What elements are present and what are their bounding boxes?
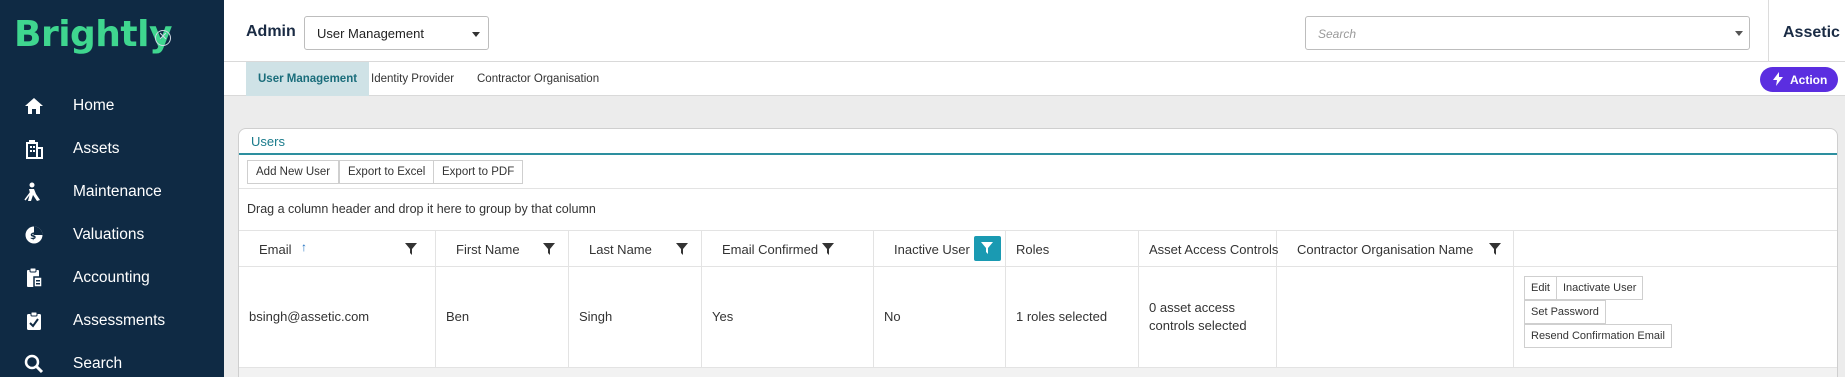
- sidebar-item-assets[interactable]: Assets: [0, 131, 224, 167]
- cell-last-name: Singh: [569, 267, 702, 367]
- sub-tabs: User Management Identity Provider Contra…: [224, 62, 1845, 96]
- column-header-commands: [1514, 231, 1839, 266]
- column-header-label: Roles: [1016, 242, 1050, 257]
- sidebar-item-assessments[interactable]: Assessments: [0, 303, 224, 339]
- edit-button[interactable]: Edit: [1524, 276, 1557, 300]
- tab-contractor-organisation[interactable]: Contractor Organisation: [465, 62, 611, 96]
- search-placeholder: Search: [1318, 27, 1357, 41]
- cell-email-confirmed-value: Yes: [712, 309, 734, 324]
- cell-asset-access-controls: 0 asset access controls selected: [1139, 267, 1277, 367]
- sidebar-item-maintenance[interactable]: Maintenance: [0, 174, 224, 210]
- export-excel-button[interactable]: Export to Excel: [339, 160, 435, 184]
- cell-commands: Edit Inactivate User Set Password Resend…: [1514, 267, 1839, 367]
- chevron-down-icon: [472, 32, 480, 37]
- sidebar-item-label: Assessments: [73, 312, 166, 329]
- close-sidebar-icon[interactable]: ✕: [155, 30, 171, 46]
- column-header-email[interactable]: Email ↑: [239, 231, 436, 266]
- brightly-logo: Brightly: [14, 14, 172, 55]
- column-header-label: Inactive User: [894, 242, 970, 257]
- column-header-last-name[interactable]: Last Name: [569, 231, 702, 266]
- column-header-label: Last Name: [589, 242, 652, 257]
- cell-email: bsingh@assetic.com: [239, 267, 436, 367]
- sidebar-item-label: Search: [73, 355, 123, 372]
- sidebar-item-label: Valuations: [73, 226, 145, 243]
- cell-inactive-user-value: No: [884, 309, 901, 324]
- table-row: [239, 367, 1837, 377]
- cell-email-value: bsingh@assetic.com: [249, 309, 370, 324]
- filter-active-icon[interactable]: [974, 236, 1001, 261]
- cell-email-confirmed: Yes: [702, 267, 874, 367]
- sidebar-item-home[interactable]: Home: [0, 88, 224, 124]
- building-icon: [23, 138, 45, 160]
- page-title: Admin: [246, 23, 296, 40]
- pie-dollar-icon: $: [23, 224, 45, 246]
- sidebar: Brightly ✕ Home Assets Maintenance $ Val…: [0, 0, 224, 377]
- column-header-label: Contractor Organisation Name: [1297, 242, 1474, 257]
- filter-icon[interactable]: [822, 243, 834, 255]
- action-button-label: Action: [1790, 73, 1828, 87]
- column-header-inactive-user[interactable]: Inactive User: [874, 231, 1006, 266]
- ledger-icon: [23, 267, 45, 289]
- divider: [239, 188, 1837, 189]
- sidebar-item-label: Assets: [73, 140, 120, 157]
- add-new-user-button[interactable]: Add New User: [247, 160, 340, 184]
- sort-ascending-icon: ↑: [301, 240, 307, 254]
- divider: [1768, 0, 1769, 62]
- home-icon: [23, 95, 45, 117]
- module-select[interactable]: User Management: [304, 16, 489, 50]
- worker-icon: [23, 181, 45, 203]
- group-by-drop-zone[interactable]: Drag a column header and drop it here to…: [247, 202, 596, 216]
- cell-roles: 1 roles selected: [1006, 267, 1139, 367]
- sidebar-item-label: Home: [73, 97, 115, 114]
- tab-users[interactable]: Users: [251, 134, 285, 149]
- column-header-roles[interactable]: Roles: [1006, 231, 1139, 266]
- column-header-label: Email: [259, 242, 292, 257]
- filter-icon[interactable]: [676, 243, 688, 255]
- cell-first-name: Ben: [436, 267, 569, 367]
- column-header-asset-access-controls[interactable]: Asset Access Controls: [1139, 231, 1279, 266]
- sidebar-item-search[interactable]: Search: [0, 346, 224, 377]
- chevron-down-icon[interactable]: [1735, 31, 1743, 36]
- tab-identity-provider[interactable]: Identity Provider: [359, 62, 466, 96]
- lightning-icon: [1773, 72, 1783, 89]
- filter-icon[interactable]: [543, 243, 555, 255]
- sidebar-item-valuations[interactable]: $ Valuations: [0, 217, 224, 253]
- cell-asset-access-value[interactable]: 0 asset access controls selected: [1149, 299, 1269, 335]
- module-select-value: User Management: [317, 26, 424, 41]
- users-panel: Users Add New User Export to Excel Expor…: [238, 128, 1838, 377]
- set-password-button[interactable]: Set Password: [1524, 300, 1606, 324]
- cell-contractor-organisation: [1277, 267, 1514, 367]
- svg-text:$: $: [30, 232, 36, 242]
- export-pdf-button[interactable]: Export to PDF: [433, 160, 524, 184]
- inactivate-user-button[interactable]: Inactivate User: [1556, 276, 1644, 300]
- column-header-email-confirmed[interactable]: Email Confirmed: [702, 231, 874, 266]
- column-header-contractor-organisation[interactable]: Contractor Organisation Name: [1277, 231, 1514, 266]
- sidebar-item-label: Maintenance: [73, 183, 162, 200]
- resend-confirmation-email-button[interactable]: Resend Confirmation Email: [1524, 324, 1672, 348]
- column-header-label: Email Confirmed: [722, 242, 819, 257]
- column-header-label: Asset Access Controls: [1149, 242, 1279, 257]
- tenant-name[interactable]: Assetic: [1783, 24, 1840, 42]
- global-search-input[interactable]: Search: [1305, 16, 1750, 50]
- search-icon: [23, 353, 45, 375]
- cell-first-name-value: Ben: [446, 309, 470, 324]
- cell-roles-value[interactable]: 1 roles selected: [1016, 308, 1107, 326]
- action-button[interactable]: Action: [1760, 67, 1838, 92]
- tab-user-management[interactable]: User Management: [246, 62, 370, 96]
- top-header: Admin User Management Search Assetic: [224, 0, 1845, 62]
- sidebar-item-accounting[interactable]: Accounting: [0, 260, 224, 296]
- column-header-first-name[interactable]: First Name: [436, 231, 569, 266]
- clipboard-icon: [23, 310, 45, 332]
- panel-tabbar: Users: [239, 129, 1837, 155]
- filter-icon[interactable]: [405, 243, 417, 255]
- cell-last-name-value: Singh: [579, 309, 613, 324]
- sidebar-item-label: Accounting: [73, 269, 150, 286]
- filter-icon[interactable]: [1489, 243, 1501, 255]
- cell-inactive-user: No: [874, 267, 1006, 367]
- column-header-label: First Name: [456, 242, 520, 257]
